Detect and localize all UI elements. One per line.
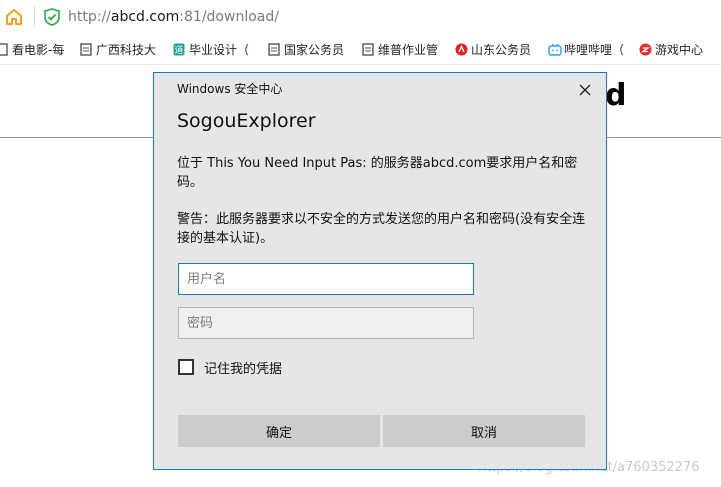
remember-checkbox[interactable] (178, 359, 194, 375)
page-heading: d (605, 78, 627, 113)
home-icon[interactable] (4, 7, 24, 27)
svg-text:道: 道 (174, 44, 183, 56)
bookmark-label: 毕业设计（ (189, 43, 250, 57)
bookmark-label: 广西科技大 (96, 43, 157, 57)
bookmark-item[interactable]: 广西科技大 (80, 41, 156, 59)
bookmark-label: 哔哩哔哩（ (564, 43, 625, 57)
url-scheme: http:// (68, 9, 111, 25)
url-path: :81/download/ (179, 9, 279, 25)
page-icon (362, 43, 374, 56)
dialog-warning: 警告：此服务器要求以不安全的方式发送您的用户名和密码(没有安全连接的基本认证)。 (177, 212, 586, 246)
dialog-caption: Windows 安全中心 (177, 82, 283, 96)
bookmark-item[interactable]: 看电影-每 (0, 41, 64, 59)
bookmark-item[interactable]: 游戏中心 (639, 41, 703, 59)
bookmark-item[interactable]: 国家公务员 (268, 41, 344, 59)
red-logo-icon (455, 43, 468, 56)
bookmarks-bar: 看电影-每 广西科技大 道 毕业设计（ 国家公务员 维普作业管 山东公务员 哔哩… (0, 34, 721, 65)
cancel-button[interactable]: 取消 (383, 415, 585, 447)
divider (34, 6, 35, 28)
ok-button[interactable]: 确定 (178, 415, 380, 447)
page-icon (80, 43, 92, 56)
bookmark-label: 山东公务员 (471, 43, 532, 57)
game-icon (639, 43, 652, 56)
bookmark-label: 维普作业管 (378, 43, 439, 57)
bookmark-item[interactable]: 哔哩哔哩（ (548, 41, 624, 59)
password-field[interactable] (178, 307, 474, 339)
bookmark-item[interactable]: 维普作业管 (362, 41, 438, 59)
close-icon (579, 81, 591, 100)
address-bar: http://abcd.com:81/download/ (0, 0, 721, 34)
film-icon (0, 43, 8, 56)
remember-label: 记住我的凭据 (204, 361, 283, 377)
credentials-dialog: Windows 安全中心 SogouExplorer 位于 This You N… (153, 72, 607, 470)
bookmark-label: 看电影-每 (12, 43, 65, 57)
bilibili-icon (548, 43, 562, 56)
bookmark-item[interactable]: 山东公务员 (455, 41, 531, 59)
url-field[interactable]: http://abcd.com:81/download/ (68, 8, 279, 26)
shield-check-icon[interactable] (44, 8, 60, 26)
username-field[interactable] (178, 263, 474, 295)
bookmark-item[interactable]: 道 毕业设计（ (173, 41, 249, 59)
dialog-title: SogouExplorer (177, 110, 316, 132)
page-icon (268, 43, 280, 56)
close-button[interactable] (572, 79, 598, 101)
bookmark-label: 游戏中心 (655, 43, 704, 57)
dialog-message: 位于 This You Need Input Pas: 的服务器abcd.com… (177, 156, 578, 190)
bookmark-label: 国家公务员 (284, 43, 345, 57)
design-icon: 道 (173, 43, 185, 56)
url-host: abcd.com (110, 9, 180, 25)
remember-credentials[interactable]: 记住我的凭据 (178, 357, 282, 377)
